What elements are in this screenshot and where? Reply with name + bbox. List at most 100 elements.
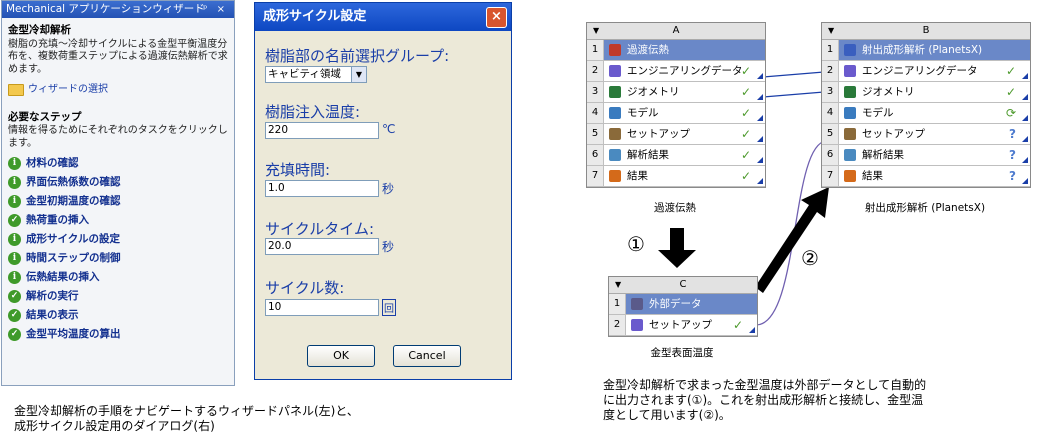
caption-right-line: 金型冷却解析で求まった金型温度は外部データとして自動的	[603, 378, 927, 392]
row-number: 5	[822, 124, 839, 144]
check-icon: ✓	[8, 290, 21, 303]
wizard-step[interactable]: ✓ 金型平均温度の算出	[8, 325, 228, 344]
check-icon: ✓	[8, 214, 21, 227]
cycle-count-input[interactable]: 10	[265, 299, 379, 316]
ok-button[interactable]: OK	[307, 345, 375, 367]
close-button[interactable]: ×	[486, 7, 507, 28]
cell-menu-icon[interactable]	[1022, 178, 1028, 184]
cell-label: 結果	[627, 170, 648, 182]
system-letter: A	[672, 25, 680, 36]
cancel-button[interactable]: Cancel	[393, 345, 461, 367]
wizard-step[interactable]: ✓ 結果の表示	[8, 306, 228, 325]
cell-menu-icon[interactable]	[757, 178, 763, 184]
cell-menu-icon[interactable]	[749, 327, 755, 333]
steps-list: i 材料の確認 i 界面伝熱係数の確認 i 金型初期温度の確認 ✓ 熱荷重の挿入 i 成形サイクル…	[8, 154, 228, 344]
system-cell[interactable]: 4 モデル ⟳	[822, 103, 1030, 124]
row-number: 3	[822, 82, 839, 102]
cell-label: 解析結果	[862, 149, 904, 161]
cell-menu-icon[interactable]	[1022, 115, 1028, 121]
wizard-title-buttons[interactable]: ᵖ ×	[203, 1, 228, 18]
caption-left-line: 金型冷却解析の手順をナビゲートするウィザードパネル(左)と、	[14, 404, 359, 418]
cell-icon	[609, 149, 621, 161]
question-icon: ?	[1009, 169, 1016, 183]
question-icon: ?	[1009, 127, 1016, 141]
wizard-step[interactable]: i 金型初期温度の確認	[8, 192, 228, 211]
temp-input[interactable]: 220	[265, 122, 379, 139]
caption-right-line: に出力されます(①)。これを射出成形解析と接続し、金型温	[603, 393, 924, 407]
row-number: 6	[587, 145, 604, 165]
system-c[interactable]: ▼ C 1 外部データ 2 セットアップ ✓	[608, 276, 758, 337]
system-cell[interactable]: 2 セットアップ ✓	[609, 315, 757, 336]
fill-time-unit: 秒	[382, 182, 395, 196]
system-letter: B	[922, 25, 930, 36]
row-number: 1	[822, 40, 839, 60]
system-cell[interactable]: 5 セットアップ ✓	[587, 124, 765, 145]
system-b[interactable]: ▼ B 1 射出成形解析 (PlanetsX) 2 エンジニアリングデータ ✓ 3 ジオメトリ ✓…	[821, 22, 1031, 188]
fill-time-input[interactable]: 1.0	[265, 180, 379, 197]
wizard-step[interactable]: i 界面伝熱係数の確認	[8, 173, 228, 192]
cell-menu-icon[interactable]	[757, 73, 763, 79]
check-icon: ✓	[740, 64, 751, 78]
diagonal-arrow	[755, 187, 829, 293]
wizard-step-label: 成形サイクルの設定	[26, 233, 120, 246]
check-icon: ✓	[740, 169, 751, 183]
cell-menu-icon[interactable]	[1022, 136, 1028, 142]
system-cell[interactable]: 1 過渡伝熱	[587, 40, 765, 61]
group-label: 樹脂部の名前選択グループ:	[265, 47, 450, 65]
row-number: 5	[587, 124, 604, 144]
system-cell[interactable]: 3 ジオメトリ ✓	[587, 82, 765, 103]
row-number: 6	[822, 145, 839, 165]
cell-label: 解析結果	[627, 149, 669, 161]
row-number: 4	[587, 103, 604, 123]
wizard-step-label: 解析の実行	[26, 290, 79, 303]
wizard-step[interactable]: ✓ 熱荷重の挿入	[8, 211, 228, 230]
wizard-step-label: 金型平均温度の算出	[26, 328, 121, 341]
cell-menu-icon[interactable]	[757, 94, 763, 100]
system-cell[interactable]: 6 解析結果 ✓	[587, 145, 765, 166]
cell-menu-icon[interactable]	[1022, 157, 1028, 163]
wizard-step[interactable]: i 伝熱結果の挿入	[8, 268, 228, 287]
info-icon: i	[8, 271, 21, 284]
cell-icon	[609, 128, 621, 140]
wizard-select-link[interactable]: ウィザードの選択	[8, 84, 228, 97]
system-cell[interactable]: 7 結果?	[822, 166, 1030, 187]
molding-cycle-dialog: 成形サイクル設定 × 樹脂部の名前選択グループ: キャビティ領域 ▼ 樹脂注入温…	[254, 2, 512, 380]
group-select[interactable]: キャビティ領域 ▼	[265, 66, 367, 83]
wizard-step[interactable]: ✓ 解析の実行	[8, 287, 228, 306]
system-cell[interactable]: 2 エンジニアリングデータ ✓	[587, 61, 765, 82]
info-icon: i	[8, 176, 21, 189]
system-cell[interactable]: 1 射出成形解析 (PlanetsX)	[822, 40, 1030, 61]
cycle-time-input[interactable]: 20.0	[265, 238, 379, 255]
system-cell[interactable]: 2 エンジニアリングデータ ✓	[822, 61, 1030, 82]
system-cell[interactable]: 4 モデル ✓	[587, 103, 765, 124]
cell-icon	[609, 170, 621, 182]
link-engineering-data	[762, 71, 825, 78]
cycle-time-label: サイクルタイム:	[265, 220, 375, 238]
info-icon: i	[8, 252, 21, 265]
wizard-step[interactable]: i 時間ステップの制御	[8, 249, 228, 268]
cell-icon	[609, 107, 621, 119]
steps-title: 必要なステップ	[8, 110, 82, 123]
cell-menu-icon[interactable]	[1022, 94, 1028, 100]
system-cell[interactable]: 7 結果 ✓	[587, 166, 765, 187]
system-a[interactable]: ▼ A 1 過渡伝熱 2 エンジニアリングデータ ✓ 3 ジオメトリ ✓ 4 モデル ✓ 5 セットアップ ✓…	[586, 22, 766, 188]
system-cell[interactable]: 3 ジオメトリ ✓	[822, 82, 1030, 103]
wizard-step-label: 材料の確認	[26, 157, 79, 170]
check-icon: ✓	[732, 318, 743, 332]
wizard-step[interactable]: i 材料の確認	[8, 154, 228, 173]
wizard-titlebar: Mechanical アプリケーションウィザード ᵖ ×	[2, 1, 234, 18]
cell-menu-icon[interactable]	[757, 136, 763, 142]
system-cell[interactable]: 1 外部データ	[609, 294, 757, 315]
system-cell[interactable]: 5 セットアップ?	[822, 124, 1030, 145]
cell-menu-icon[interactable]	[1022, 73, 1028, 79]
wizard-step[interactable]: i 成形サイクルの設定	[8, 230, 228, 249]
cycle-time-unit: 秒	[382, 240, 395, 254]
info-icon: i	[8, 195, 21, 208]
wizard-step-label: 伝熱結果の挿入	[26, 271, 100, 284]
system-cell[interactable]: 6 解析結果?	[822, 145, 1030, 166]
step-2-marker: ②	[801, 246, 819, 270]
wizard-step-label: 熱荷重の挿入	[26, 214, 89, 227]
cell-menu-icon[interactable]	[757, 157, 763, 163]
cell-menu-icon[interactable]	[757, 115, 763, 121]
check-icon: ✓	[740, 85, 751, 99]
